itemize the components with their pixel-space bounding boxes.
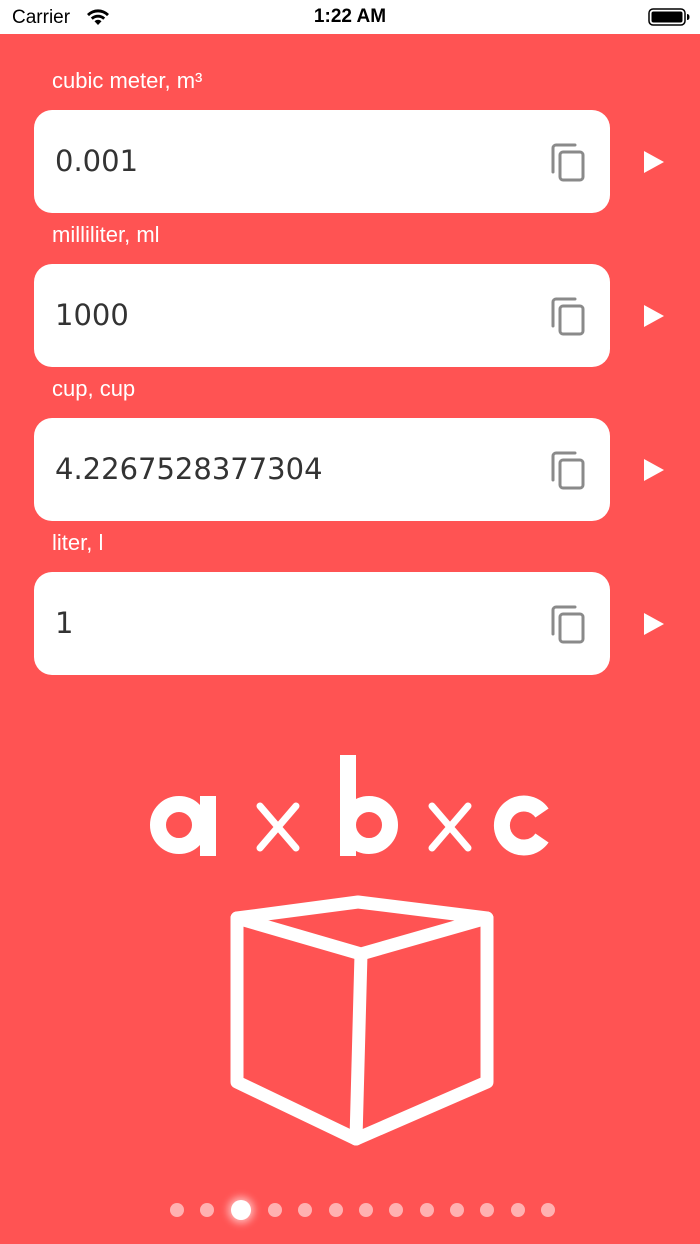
page-indicator[interactable] [0,1198,700,1222]
play-icon[interactable] [643,304,665,328]
play-icon[interactable] [643,612,665,636]
page-dot[interactable] [298,1203,312,1217]
formula-illustration [150,755,549,856]
unit-label-cubic-meter: cubic meter, m³ [52,68,203,93]
value-field-milliliter[interactable]: 1000 [34,264,610,367]
copy-icon[interactable] [550,451,588,491]
battery-icon [648,8,690,26]
value-field-cup[interactable]: 4.2267528377304 [34,418,610,521]
page-dot[interactable] [420,1203,434,1217]
play-icon[interactable] [643,150,665,174]
page-dot[interactable] [200,1203,214,1217]
play-icon[interactable] [643,458,665,482]
value-text: 0.001 [55,144,139,178]
copy-icon[interactable] [550,605,588,645]
page-dot-active[interactable] [231,1200,251,1220]
page-dot[interactable] [450,1203,464,1217]
value-field-cubic-meter[interactable]: 0.001 [34,110,610,213]
unit-label-liter: liter, l [52,530,104,555]
copy-icon[interactable] [550,143,588,183]
value-field-liter[interactable]: 1 [34,572,610,675]
page-dot[interactable] [268,1203,282,1217]
page-dot[interactable] [329,1203,343,1217]
page-dot[interactable] [511,1203,525,1217]
page-dot[interactable] [170,1203,184,1217]
page-dot[interactable] [359,1203,373,1217]
value-text: 1000 [55,298,129,332]
copy-icon[interactable] [550,297,588,337]
unit-label-cup: cup, cup [52,376,136,401]
value-text: 4.2267528377304 [55,452,323,486]
unit-label-milliliter: milliliter, ml [52,222,160,247]
cube-icon [230,895,494,1146]
status-bar: Carrier 1:22 AM [0,0,700,34]
page-dot[interactable] [480,1203,494,1217]
page-dot[interactable] [541,1203,555,1217]
clock: 1:22 AM [313,6,387,27]
value-text: 1 [55,606,74,640]
page-dot[interactable] [389,1203,403,1217]
